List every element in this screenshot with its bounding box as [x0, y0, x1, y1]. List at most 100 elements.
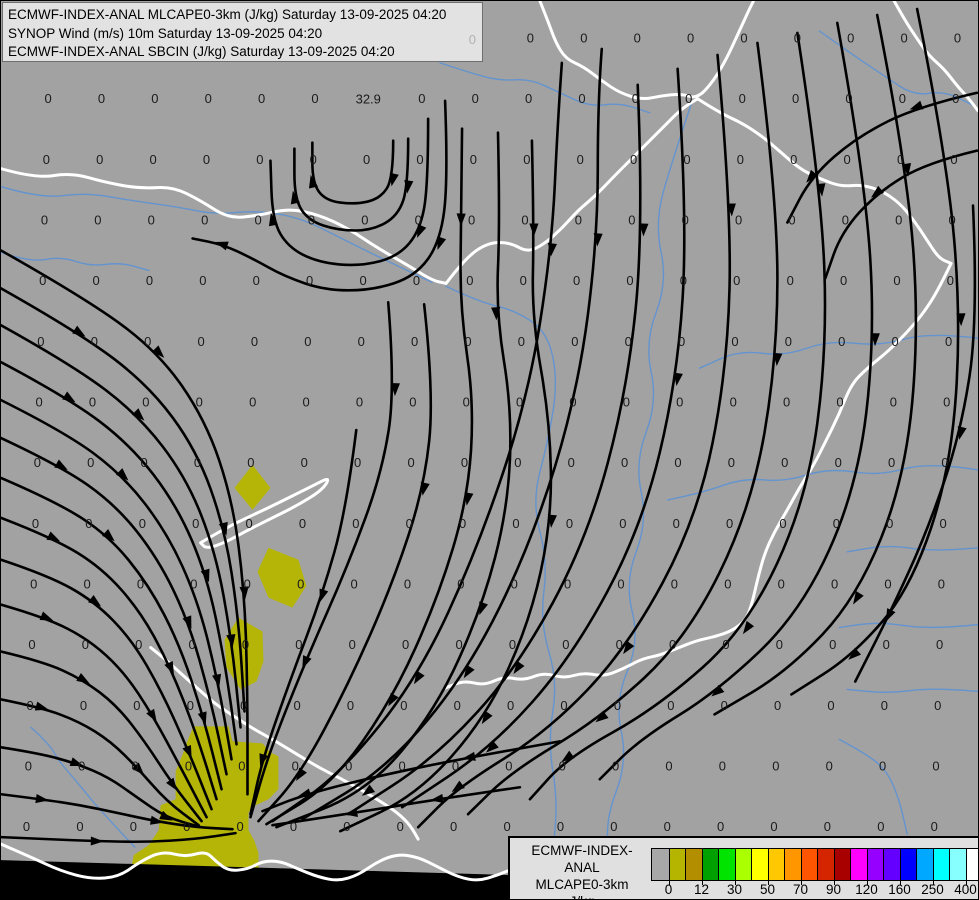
sbcin-value-label: 0 [893, 273, 900, 288]
sbcin-value-label: 0 [884, 576, 891, 591]
sbcin-value-label: 0 [240, 698, 247, 713]
sbcin-value-label: 0 [683, 152, 690, 167]
legend-swatch [850, 849, 867, 880]
legend-title-source: ECMWF-INDEX-ANAL [531, 843, 633, 875]
sbcin-value-label: 0 [89, 394, 96, 409]
sbcin-value-label: 0 [739, 91, 746, 106]
sbcin-value-label: 0 [256, 152, 263, 167]
sbcin-value-label: 0 [190, 576, 197, 591]
sbcin-value-label: 0 [363, 152, 370, 167]
legend-tick-label: 30 [726, 882, 743, 897]
title-line-sbcin: ECMWF-INDEX-ANAL SBCIN (J/kg) Saturday 1… [8, 44, 395, 59]
sbcin-value-label: 0 [721, 698, 728, 713]
sbcin-value-label: 0 [258, 91, 265, 106]
sbcin-value-label: 0 [940, 516, 947, 531]
sbcin-value-label: 0 [237, 819, 244, 834]
streamline-arrowhead [39, 611, 54, 621]
sbcin-value-label: 0 [30, 576, 37, 591]
sbcin-value-label: 0 [731, 334, 738, 349]
streamline-arrowhead [344, 807, 358, 817]
sbcin-value-label: 0 [192, 516, 199, 531]
sbcin-value-label: 0 [44, 91, 51, 106]
sbcin-value-label: 0 [345, 758, 352, 773]
sbcin-value-label: 0 [505, 758, 512, 773]
sbcin-value-label: 0 [28, 637, 35, 652]
sbcin-value-label: 0 [148, 212, 155, 227]
sbcin-value-label: 0 [512, 516, 519, 531]
sbcin-value-label: 0 [96, 152, 103, 167]
streamline-arrowhead [214, 241, 229, 251]
title-box: ECMWF-INDEX-ANAL MLCAPE0-3km (J/kg) Satu… [2, 2, 483, 62]
sbcin-value-label: 0 [730, 394, 737, 409]
sbcin-value-label: 0 [301, 455, 308, 470]
sbcin-value-label: 0 [518, 334, 525, 349]
legend-swatch [701, 849, 718, 880]
legend-color-scale [651, 848, 978, 881]
sbcin-value-label: 0 [472, 91, 479, 106]
sbcin-value-label: 0 [347, 698, 354, 713]
sbcin-value-label: 0 [881, 698, 888, 713]
streamline-arrowhead [464, 492, 474, 506]
sbcin-value-label: 0 [665, 758, 672, 773]
sbcin-value-label: 0 [938, 576, 945, 591]
streamline-arrowhead [437, 236, 447, 251]
river-line [666, 465, 978, 501]
streamline-arrowhead [388, 692, 399, 707]
sbcin-value-label: 0 [617, 576, 624, 591]
sbcin-value-label: 0 [664, 819, 671, 834]
sbcin-value-label: 0 [87, 455, 94, 470]
sbcin-value-label: 0 [132, 758, 139, 773]
streamline-arrowhead [197, 711, 207, 726]
sbcin-value-label: 0 [398, 758, 405, 773]
sbcin-value-label: 0 [350, 576, 357, 591]
sbcin-value-label: 0 [511, 576, 518, 591]
sbcin-value-label: 0 [952, 91, 959, 106]
sbcin-value-label: 0 [151, 91, 158, 106]
sbcin-value-label: 0 [557, 819, 564, 834]
streamline-arrowhead [297, 788, 312, 798]
sbcin-value-label: 0 [400, 698, 407, 713]
sbcin-value-label: 0 [130, 819, 137, 834]
sbcin-value-label: 0 [934, 698, 941, 713]
title-line-wind: SYNOP Wind (m/s) 10m Saturday 13-09-2025… [8, 25, 323, 41]
weather-map-canvas: 0 0 0 0 0 0 0 0 0 0 0 0 0 0 0 0 0 0 0 0 0 0 0 0 0 0 0 0 0 0 0 0 0 0 0 0 0 0 0 0… [1, 1, 978, 899]
sbcin-value-label: 0 [94, 212, 101, 227]
sbcin-value-label: 0 [888, 455, 895, 470]
sbcin-value-label: 0 [936, 637, 943, 652]
legend-titles: ECMWF-INDEX-ANAL MLCAPE0-3km J/kg [514, 842, 650, 899]
sbcin-value-label: 0 [146, 273, 153, 288]
sbcin-value-label: 0 [892, 334, 899, 349]
sbcin-value-label: 0 [623, 394, 630, 409]
sbcin-value-label: 0 [503, 819, 510, 834]
sbcin-value-label: 0 [564, 576, 571, 591]
sbcin-value-label: 0 [354, 455, 361, 470]
sbcin-value-label: 0 [949, 212, 956, 227]
sbcin-value-label: 0 [459, 516, 466, 531]
sbcin-value-label: 0 [890, 394, 897, 409]
sbcin-value-label: 0 [577, 152, 584, 167]
sbcin-value-label: 0 [568, 455, 575, 470]
title-line-mlcape: ECMWF-INDEX-ANAL MLCAPE0-3km (J/kg) Satu… [8, 7, 447, 22]
sbcin-value-label: 0 [847, 30, 854, 45]
sbcin-value-label: 0 [560, 698, 567, 713]
sbcin-value-label: 0 [76, 819, 83, 834]
sbcin-value-label: 0 [781, 455, 788, 470]
legend-swatch [784, 849, 801, 880]
streamline-arrowhead [319, 588, 329, 603]
sbcin-value-label: 0 [454, 698, 461, 713]
streamline-arrowhead [673, 372, 683, 387]
sbcin-value-label: 0 [98, 91, 105, 106]
sbcin-value-label: 0 [406, 516, 413, 531]
streamline-arrowhead [72, 325, 86, 337]
sbcin-value-label: 0 [92, 273, 99, 288]
wind-streamline [311, 139, 395, 205]
sbcin-value-label: 0 [571, 334, 578, 349]
sbcin-value-label: 0 [678, 334, 685, 349]
sbcin-value-label: 0 [293, 698, 300, 713]
streamline-arrowhead [76, 673, 90, 684]
sbcin-value-label: 0 [144, 334, 151, 349]
legend-swatch [685, 849, 702, 880]
sbcin-value-label: 0 [304, 334, 311, 349]
sbcin-value-label: 0 [792, 91, 799, 106]
river-line [818, 30, 975, 107]
